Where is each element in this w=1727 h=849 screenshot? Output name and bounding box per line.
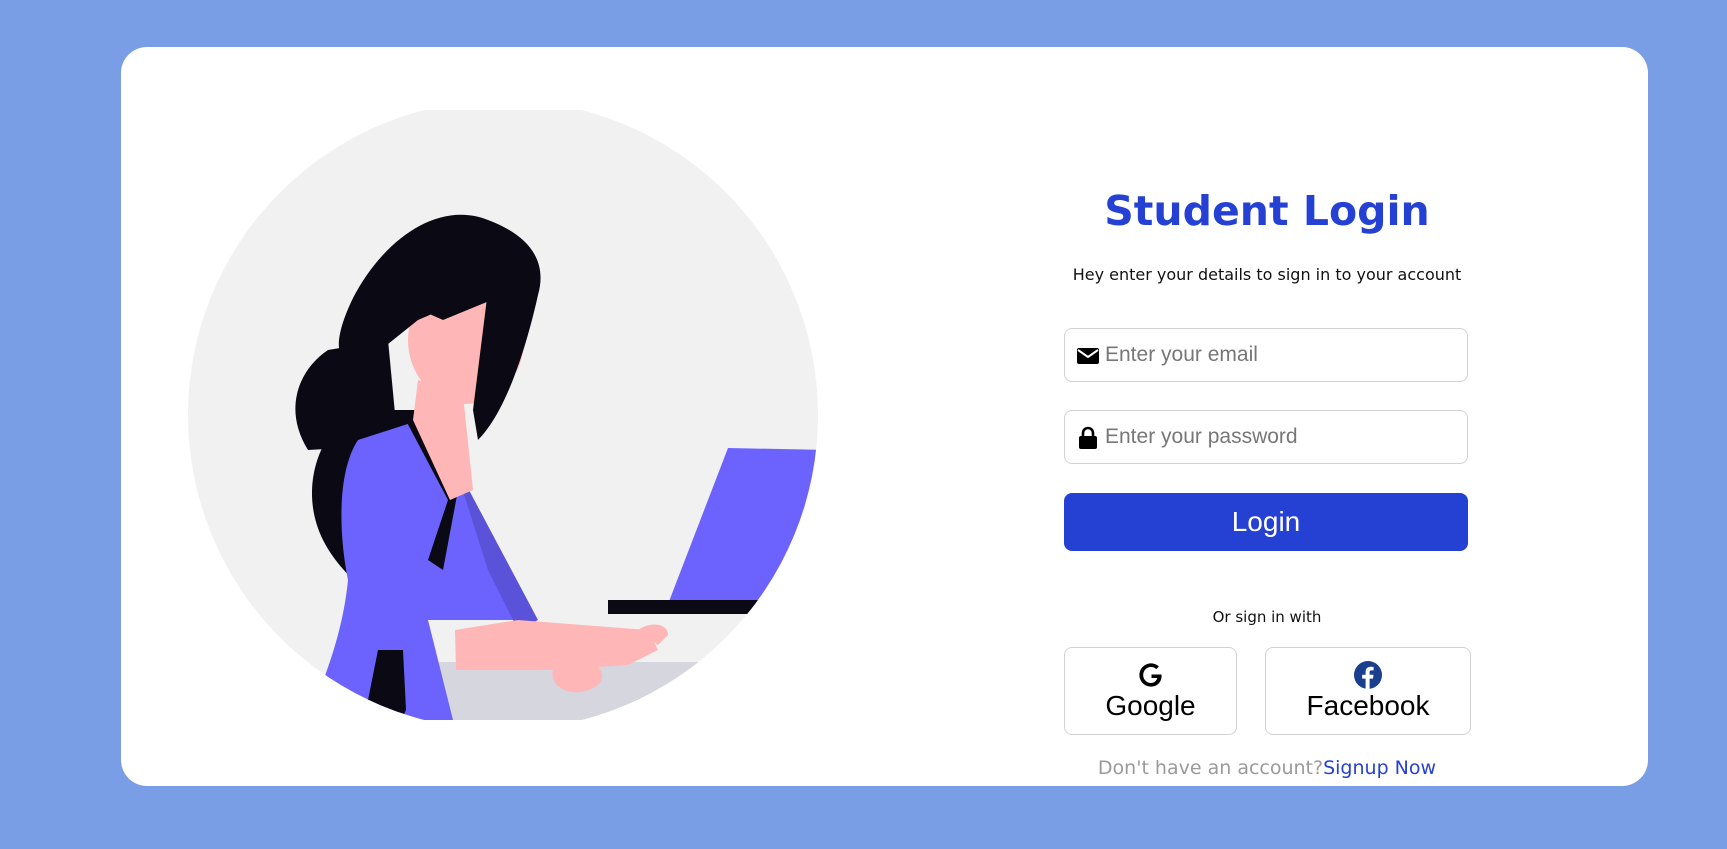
- login-panel: Student Login Hey enter your details to …: [1064, 47, 1471, 786]
- envelope-icon: [1077, 348, 1099, 364]
- password-input[interactable]: [1105, 411, 1460, 463]
- google-icon: [1138, 663, 1162, 687]
- login-card: Student Login Hey enter your details to …: [121, 47, 1648, 786]
- email-field[interactable]: [1064, 328, 1468, 382]
- google-label: Google: [1105, 690, 1196, 721]
- login-button[interactable]: Login: [1064, 493, 1468, 551]
- social-signin-label: Or sign in with: [1212, 608, 1322, 626]
- page-subtitle: Hey enter your details to sign in to you…: [1072, 265, 1462, 284]
- facebook-icon: [1354, 661, 1382, 689]
- woman-laptop-illustration: [188, 110, 818, 720]
- facebook-label: Facebook: [1306, 690, 1430, 721]
- password-field[interactable]: [1064, 410, 1468, 464]
- email-input[interactable]: [1105, 329, 1460, 381]
- signup-prompt-text: Don't have an account?: [1097, 757, 1324, 779]
- signup-link[interactable]: Signup Now: [1323, 757, 1436, 779]
- google-signin-button[interactable]: Google: [1064, 647, 1237, 735]
- page-title: Student Login: [1104, 187, 1430, 235]
- signup-prompt: Don't have an account?Signup Now: [1064, 757, 1470, 779]
- facebook-signin-button[interactable]: Facebook: [1265, 647, 1471, 735]
- lock-icon: [1079, 426, 1097, 449]
